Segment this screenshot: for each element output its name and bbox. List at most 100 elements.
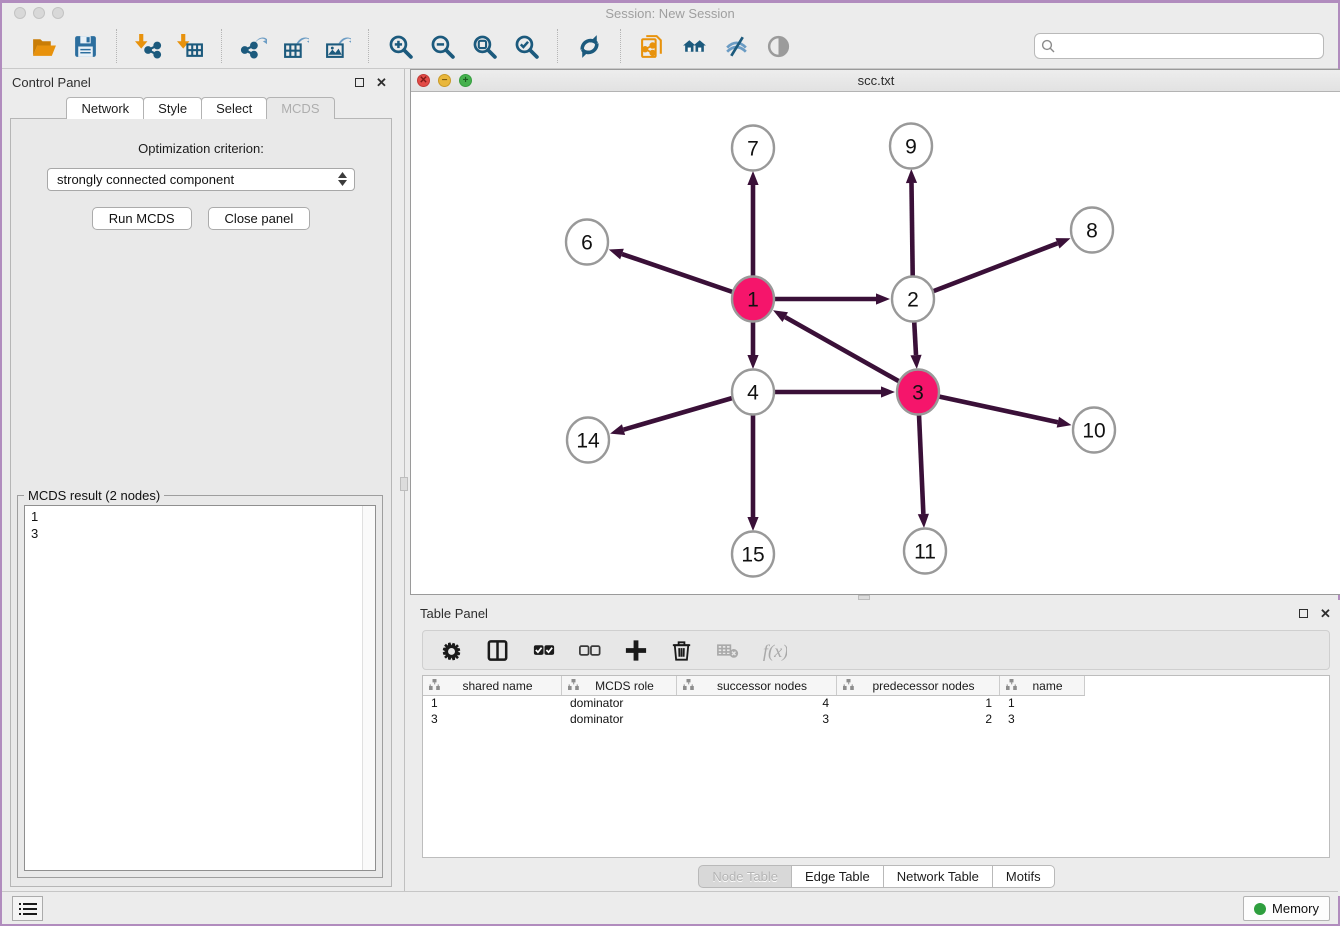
- graph-node-14[interactable]: 14: [567, 418, 609, 463]
- graph-node-2[interactable]: 2: [892, 277, 934, 322]
- first-neighbors-icon[interactable]: [677, 29, 711, 63]
- delete-columns-icon[interactable]: [669, 637, 695, 663]
- open-session-icon[interactable]: [26, 29, 60, 63]
- run-mcds-button[interactable]: Run MCDS: [92, 207, 192, 230]
- select-all-icon[interactable]: [531, 637, 557, 663]
- control-tab-select[interactable]: Select: [201, 97, 267, 119]
- graph-edge-arrow-2-9: [906, 169, 917, 183]
- table-row[interactable]: 3dominator323: [423, 712, 1329, 728]
- graph-edge-arrow-2-8: [1055, 238, 1070, 248]
- column-header-successor-nodes[interactable]: successor nodes: [677, 676, 837, 695]
- graph-edge-2-8[interactable]: [913, 243, 1057, 299]
- network-frame-titlebar[interactable]: ✕ − + scc.txt: [411, 70, 1340, 92]
- table-tab-node-table[interactable]: Node Table: [698, 865, 792, 888]
- export-image-icon[interactable]: [320, 29, 354, 63]
- svg-text:10: 10: [1082, 420, 1105, 443]
- graph-node-7[interactable]: 7: [732, 126, 774, 171]
- table-row[interactable]: 1dominator411: [423, 696, 1329, 712]
- graph-edge-arrow-1-4: [747, 355, 758, 369]
- column-header-name[interactable]: name: [1000, 676, 1085, 695]
- table-tab-edge-table[interactable]: Edge Table: [791, 865, 884, 888]
- zoom-in-icon[interactable]: [383, 29, 417, 63]
- table-tab-motifs[interactable]: Motifs: [992, 865, 1055, 888]
- graph-edge-arrow-3-11: [918, 514, 929, 528]
- table-cell[interactable]: 1: [423, 696, 562, 712]
- svg-text:3: 3: [912, 382, 924, 405]
- column-type-icon: [568, 679, 579, 693]
- column-header-MCDS-role[interactable]: MCDS role: [562, 676, 677, 695]
- graph-edge-arrow-1-2: [876, 293, 890, 304]
- graph-node-9[interactable]: 9: [890, 124, 932, 169]
- svg-text:14: 14: [576, 430, 600, 453]
- control-panel-close-button[interactable]: ✕: [375, 76, 388, 89]
- graph-node-11[interactable]: 11: [904, 529, 946, 574]
- settings-gear-icon[interactable]: [439, 637, 465, 663]
- network-canvas[interactable]: 7 9 6 8 1 2 4 3 14 10 15 11: [411, 92, 1340, 594]
- control-tab-mcds[interactable]: MCDS: [266, 97, 334, 119]
- close-panel-button[interactable]: Close panel: [208, 207, 311, 230]
- toggle-columns-icon[interactable]: [485, 637, 511, 663]
- table-cell[interactable]: 4: [677, 696, 837, 712]
- graph-edge-arrow-4-3: [881, 386, 895, 397]
- hide-selected-icon[interactable]: [719, 29, 753, 63]
- table-cell[interactable]: 3: [423, 712, 562, 728]
- svg-text:2: 2: [907, 289, 919, 312]
- mcds-result-scrollbar[interactable]: [362, 506, 375, 870]
- column-header-predecessor-nodes[interactable]: predecessor nodes: [837, 676, 1000, 695]
- graph-node-8[interactable]: 8: [1071, 208, 1113, 253]
- graph-node-1[interactable]: 1: [732, 277, 774, 322]
- column-header-shared-name[interactable]: shared name: [423, 676, 562, 695]
- zoom-selected-icon[interactable]: [509, 29, 543, 63]
- table-tab-network-table[interactable]: Network Table: [883, 865, 993, 888]
- mcds-result-text: 1 3: [25, 506, 362, 870]
- task-history-button[interactable]: [12, 896, 43, 921]
- table-cell[interactable]: 1: [837, 696, 1000, 712]
- control-panel-float-button[interactable]: [353, 76, 366, 89]
- table-panel-float-button[interactable]: [1297, 607, 1310, 620]
- table-cell[interactable]: dominator: [562, 712, 677, 728]
- column-type-icon: [1006, 679, 1017, 693]
- control-tab-style[interactable]: Style: [143, 97, 202, 119]
- graph-edge-arrow-4-15: [747, 517, 758, 531]
- table-cell[interactable]: 2: [837, 712, 1000, 728]
- zoom-fit-icon[interactable]: [467, 29, 501, 63]
- toolbar-group: [221, 29, 368, 63]
- copy-network-icon[interactable]: [635, 29, 669, 63]
- vertical-splitter[interactable]: [398, 69, 410, 896]
- save-session-icon[interactable]: [68, 29, 102, 63]
- deselect-all-icon[interactable]: [577, 637, 603, 663]
- zoom-out-icon[interactable]: [425, 29, 459, 63]
- column-type-icon: [843, 679, 854, 693]
- table-cell[interactable]: 3: [677, 712, 837, 728]
- selected-criterion: strongly connected component: [57, 172, 234, 187]
- graph-edge-arrow-2-3: [910, 355, 921, 369]
- import-network-icon[interactable]: [131, 29, 165, 63]
- control-tab-network[interactable]: Network: [66, 97, 144, 119]
- graph-node-15[interactable]: 15: [732, 532, 774, 577]
- memory-button[interactable]: Memory: [1243, 896, 1330, 921]
- graph-node-6[interactable]: 6: [566, 220, 608, 265]
- table-cell[interactable]: dominator: [562, 696, 677, 712]
- svg-text:9: 9: [905, 136, 917, 159]
- graphics-details-icon[interactable]: [761, 29, 795, 63]
- table-cell[interactable]: 1: [1000, 696, 1085, 712]
- graph-node-4[interactable]: 4: [732, 370, 774, 415]
- search-input[interactable]: [1034, 33, 1324, 59]
- graph-node-10[interactable]: 10: [1073, 408, 1115, 453]
- refresh-layout-icon[interactable]: [572, 29, 606, 63]
- optimization-criterion-select[interactable]: strongly connected component: [47, 168, 355, 191]
- graph-edge-3-1[interactable]: [785, 317, 918, 392]
- mcds-result-group: MCDS result (2 nodes) 1 3: [17, 495, 383, 878]
- import-table-icon[interactable]: [173, 29, 207, 63]
- export-table-icon[interactable]: [278, 29, 312, 63]
- vertical-splitter-grip[interactable]: [400, 477, 408, 491]
- table-panel-close-button[interactable]: ✕: [1319, 607, 1332, 620]
- graph-node-3[interactable]: 3: [897, 370, 939, 415]
- export-network-icon[interactable]: [236, 29, 270, 63]
- main-toolbar: [2, 24, 1338, 69]
- mcds-result-textarea[interactable]: 1 3: [24, 505, 376, 871]
- status-bar: Memory: [2, 891, 1338, 924]
- graph-edge-arrow-3-1: [773, 310, 788, 322]
- table-cell[interactable]: 3: [1000, 712, 1085, 728]
- add-column-icon[interactable]: [623, 637, 649, 663]
